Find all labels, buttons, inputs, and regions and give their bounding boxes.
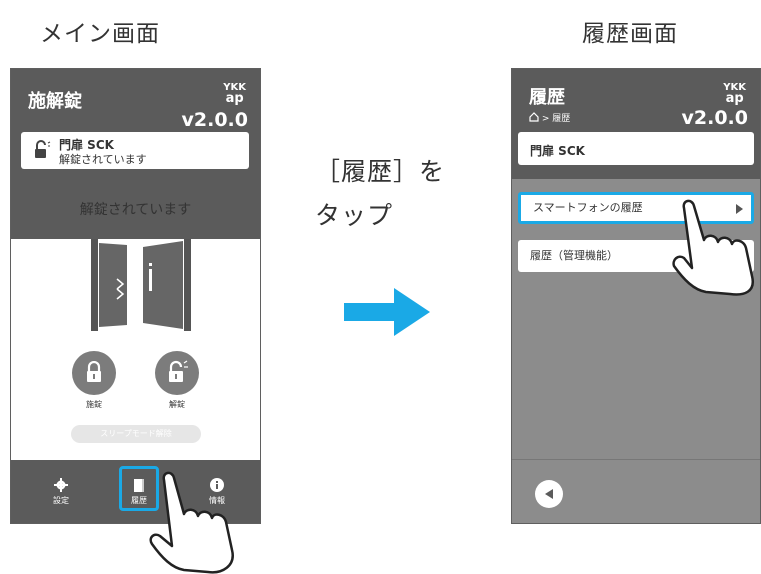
divider	[512, 459, 760, 460]
version-label: v2.0.0	[181, 109, 248, 131]
chevron-left-icon	[545, 489, 553, 499]
door-card[interactable]: 門扉 SCK 解錠されています	[21, 132, 249, 169]
home-icon[interactable]	[529, 112, 539, 122]
unlock-label: 解錠	[169, 400, 185, 409]
unlock-button[interactable]	[155, 351, 199, 395]
status-heading: 解錠されています	[79, 202, 192, 218]
menu-item-label: スマートフォンの履歴	[533, 201, 643, 214]
breadcrumb-current: > 履歴	[541, 114, 571, 124]
book-icon	[134, 479, 144, 492]
history-header: 履歴 > 履歴 YKK ap v2.0.0 門扉 SCK	[512, 69, 760, 179]
lock-button[interactable]	[72, 351, 116, 395]
menu-item-label: 履歴（管理機能）	[530, 249, 618, 262]
ykk-ap-logo: YKK ap	[223, 82, 246, 106]
door-card[interactable]: 門扉 SCK	[518, 132, 754, 165]
ykk-ap-logo: YKK ap	[723, 82, 746, 106]
hand-pointer-icon	[672, 199, 755, 296]
footer-history-label: 履歴	[131, 496, 147, 505]
lock-label: 施錠	[86, 400, 102, 409]
door-name: 門扉 SCK	[530, 144, 585, 158]
arrow-right-icon	[344, 288, 430, 336]
history-title: 履歴	[529, 87, 565, 108]
breadcrumb: > 履歴	[529, 111, 570, 124]
version-label: v2.0.0	[681, 107, 748, 129]
page-title: 施解錠	[28, 91, 82, 112]
back-button[interactable]	[535, 480, 563, 508]
sleep-mode-button[interactable]: スリープモード解除	[71, 425, 201, 443]
door-status: 解錠されています	[59, 153, 147, 166]
history-screen-caption: 履歴画面	[582, 21, 678, 47]
unlock-icon	[35, 140, 51, 158]
history-screen: 履歴 > 履歴 YKK ap v2.0.0 門扉 SCK スマートフォンの履歴 履…	[511, 68, 761, 524]
instruction-line-2: タップ	[315, 201, 394, 230]
main-screen: 施解錠 YKK ap v2.0.0 門扉 SCK 解錠されています 解錠されていま…	[10, 68, 261, 524]
footer-settings-label: 設定	[53, 496, 69, 505]
gear-icon	[54, 478, 68, 492]
lock-icon	[87, 361, 101, 382]
instruction-line-1: ［履歴］を	[315, 157, 446, 186]
footer-settings[interactable]: 設定	[41, 478, 81, 506]
unlock-icon	[169, 360, 188, 382]
main-screen-caption: メイン画面	[40, 21, 160, 47]
hand-pointer-icon	[149, 471, 234, 574]
door-open-icon	[91, 239, 191, 331]
